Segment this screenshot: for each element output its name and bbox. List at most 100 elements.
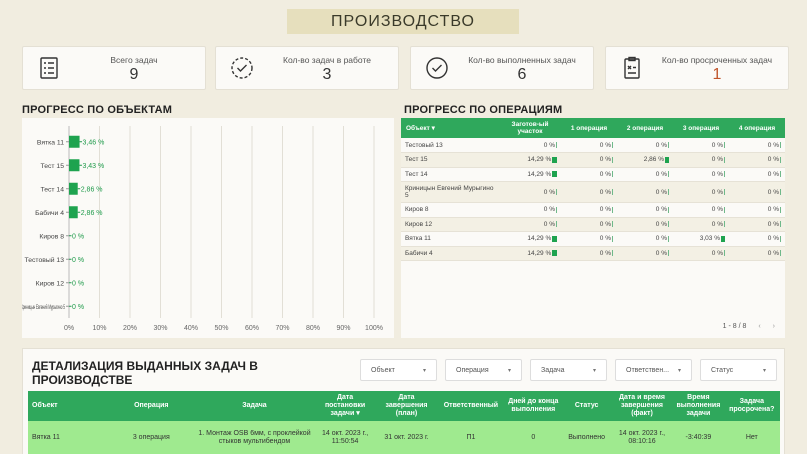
col-op4[interactable]: 4 операция — [729, 118, 785, 138]
table-row[interactable]: Вятка 11 14,29 % 0 % 0 % 3,03 % 0 % — [401, 231, 785, 247]
cell-percent: 14,29 % — [499, 231, 561, 247]
mini-progress-bar — [668, 250, 669, 257]
table-row[interactable]: Вятка 11 3 операция 1. Монтаж OSB 6мм, с п… — [28, 421, 780, 454]
cell-percent: 0 % — [617, 138, 673, 153]
details-col-4[interactable]: Дата завершения (план) — [375, 391, 438, 421]
details-cell: Нет — [723, 421, 780, 454]
mini-progress-bar — [668, 188, 669, 195]
cell-percent: 0 % — [499, 202, 561, 218]
mini-progress-bar — [665, 156, 669, 163]
cell-percent: 0 % — [673, 246, 729, 261]
kpi-value: 9 — [129, 66, 139, 83]
kpi-label: Кол-во задач в работе — [283, 55, 371, 65]
x-tick-label: 100% — [365, 325, 383, 332]
kpi-value: 1 — [712, 66, 722, 83]
details-col-3[interactable]: Дата постановки задачи ▾ — [314, 391, 376, 421]
mini-progress-bar — [724, 221, 725, 228]
cell-percent: 0 % — [729, 202, 785, 218]
table-row[interactable]: Криницын Евгений Мурыгино 50 % 0 % 0 % 0 % 0… — [401, 181, 785, 203]
mini-progress-bar — [724, 188, 725, 195]
details-col-0[interactable]: Объект — [28, 391, 109, 421]
details-col-5[interactable]: Ответственный — [437, 391, 505, 421]
filter-responsible[interactable]: Ответствен... ▾ — [615, 359, 692, 381]
table-row[interactable]: Киров 80 % 0 % 0 % 0 % 0 % — [401, 202, 785, 218]
kpi-label: Всего задач — [110, 55, 158, 65]
dropdown-caret-icon: ▾ — [507, 368, 511, 374]
details-cell: 0 — [504, 421, 563, 454]
mini-progress-bar — [780, 235, 781, 242]
cell-percent: 0 % — [617, 167, 673, 182]
x-tick-label: 30% — [153, 325, 167, 332]
category-label: Тестовый 13 — [24, 256, 64, 264]
mini-progress-bar — [724, 250, 725, 257]
x-tick-label: 40% — [184, 325, 198, 332]
mini-progress-bar — [724, 171, 725, 178]
col-op2[interactable]: 2 операция — [617, 118, 673, 138]
mini-progress-bar — [668, 221, 669, 228]
value-label: 3,43 % — [82, 163, 104, 170]
col-op3[interactable]: 3 операция — [673, 118, 729, 138]
cell-percent: 0 % — [617, 217, 673, 232]
cell-object: Криницын Евгений Мурыгино 5 — [401, 181, 499, 203]
category-label: Киров 12 — [36, 280, 65, 287]
table-row[interactable]: Бабичи 4 14,29 % 0 % 0 % 0 % 0 % — [401, 246, 785, 261]
dropdown-caret-icon: ▾ — [592, 368, 596, 374]
cell-percent: 0 % — [617, 202, 673, 218]
cell-object: Тест 15 — [401, 152, 499, 168]
pager-range: 1 - 8 / 8 — [722, 323, 747, 330]
kpi-overdue: Кол-во просроченных задач 1 — [605, 46, 789, 90]
filter-task[interactable]: Задача ▾ — [530, 359, 607, 381]
details-col-6[interactable]: Дней до конца выполнения — [504, 391, 563, 421]
table-row[interactable]: Тестовый 13 0 % 0 % 0 % 0 % 0 % — [401, 138, 785, 153]
dropdown-caret-icon: ▾ — [762, 368, 766, 374]
value-label: 0 % — [72, 304, 84, 311]
bar — [69, 159, 80, 172]
filter-status[interactable]: Статус ▾ — [700, 359, 777, 381]
mini-progress-bar — [556, 141, 557, 148]
filter-operation[interactable]: Операция ▾ — [445, 359, 522, 381]
mini-progress-bar — [780, 188, 781, 195]
mini-progress-bar — [552, 171, 557, 178]
table-row[interactable]: Тест 15 14,29 % 0 % 2,86 % 0 % 0 % — [401, 152, 785, 168]
task-details-table: Объект Операция Задача Дата постановки зада… — [28, 391, 780, 454]
objects-progress-svg: 0% 10% 20% 30% 40% 50% 60% 70% 80% 90% 100% Вятка 1… — [21, 126, 383, 332]
prev-page-button[interactable]: ‹ — [758, 323, 760, 330]
col-op1[interactable]: 1 операция — [561, 118, 617, 138]
cell-object: Тестовый 13 — [401, 138, 499, 153]
next-page-button[interactable]: › — [773, 323, 775, 330]
cell-object: Тест 14 — [401, 167, 499, 182]
details-col-2[interactable]: Задача — [194, 391, 315, 421]
cell-percent: 0 % — [729, 152, 785, 168]
mini-progress-bar — [552, 156, 557, 163]
overdue-clipboard-icon — [624, 56, 640, 79]
table-row[interactable]: Тест 14 14,29 % 0 % 0 % 0 % 0 % — [401, 167, 785, 182]
cell-percent: 0 % — [561, 217, 617, 232]
cell-percent: 0 % — [673, 181, 729, 203]
cell-percent: 0 % — [561, 152, 617, 168]
objects-progress-chart: 0% 10% 20% 30% 40% 50% 60% 70% 80% 90% 100% Вятка 1… — [21, 118, 394, 338]
progress-objects-title: ПРОГРЕСС ПО ОБЪЕКТАМ — [22, 104, 173, 116]
cell-percent: 0 % — [729, 231, 785, 247]
col-prep[interactable]: Заготов-ый участок — [499, 118, 561, 138]
col-object[interactable]: Объект ▾ — [401, 118, 499, 138]
filter-object[interactable]: Объект ▾ — [360, 359, 437, 381]
details-col-9[interactable]: Время выполнения задачи — [673, 391, 724, 421]
details-col-7[interactable]: Статус — [562, 391, 611, 421]
category-label: Вятка 11 — [37, 139, 64, 146]
details-cell: Вятка 11 — [28, 421, 109, 454]
details-col-10[interactable]: Задача просрочена? — [723, 391, 780, 421]
cell-percent: 2,86 % — [617, 152, 673, 168]
table-row[interactable]: Киров 12 0 % 0 % 0 % 0 % 0 % — [401, 217, 785, 232]
details-col-8[interactable]: Дата и время завершения (факт) — [610, 391, 674, 421]
cell-object: Вятка 11 — [401, 231, 499, 247]
details-cell: 14 окт. 2023 г., 11:50:54 — [314, 421, 376, 454]
cell-percent: 0 % — [673, 152, 729, 168]
x-tick-label: 60% — [245, 325, 259, 332]
x-tick-label: 10% — [92, 325, 106, 332]
mini-progress-bar — [612, 141, 613, 148]
kpi-total-tasks: Всего задач 9 — [22, 46, 206, 90]
x-tick-label: 50% — [214, 325, 228, 332]
mini-progress-bar — [556, 221, 557, 228]
mini-progress-bar — [724, 156, 725, 163]
details-col-1[interactable]: Операция — [108, 391, 195, 421]
